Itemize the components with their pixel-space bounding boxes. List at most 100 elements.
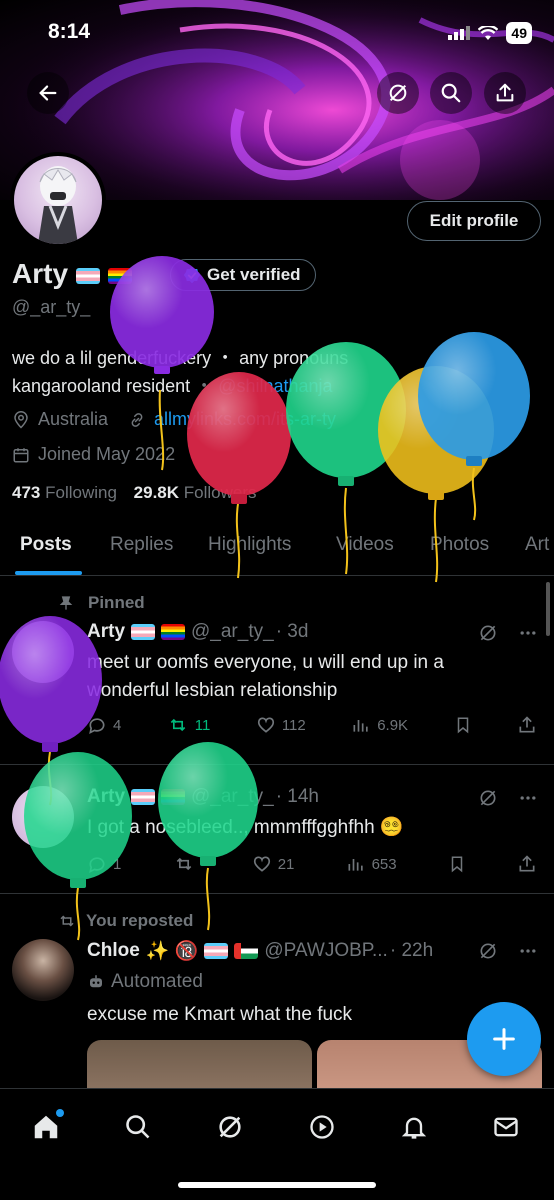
repost-icon xyxy=(170,718,186,732)
nav-grok[interactable] xyxy=(210,1107,250,1147)
repost-count: 11 xyxy=(194,716,211,734)
tab-highlights[interactable]: Highlights xyxy=(208,524,291,576)
grok-icon[interactable] xyxy=(478,623,498,643)
post-avatar[interactable] xyxy=(12,939,74,1001)
compose-post-button[interactable] xyxy=(467,1002,541,1076)
like-button[interactable]: 112 xyxy=(256,715,306,735)
post-header: Arty @_ar_ty_ · 3d xyxy=(87,621,308,643)
post-author-name[interactable]: Arty xyxy=(87,786,125,808)
profile-bio: we do a lil genderfuckery ・ any pronouns… xyxy=(12,344,542,400)
nav-notifications[interactable] xyxy=(394,1107,434,1147)
following-count: 473 xyxy=(12,483,41,502)
post-text: I got a nosebleed.., mmmfffgghfhh 😵‍💫 xyxy=(87,817,404,838)
tab-photos[interactable]: Photos xyxy=(430,524,489,576)
reply-button[interactable]: 1 xyxy=(87,854,121,874)
nav-search[interactable] xyxy=(118,1107,158,1147)
tab-posts[interactable]: Posts xyxy=(20,524,72,576)
post-header-actions xyxy=(478,623,538,643)
post-actions: 4 11 112 6.9K xyxy=(87,715,537,735)
post-avatar[interactable] xyxy=(12,621,74,683)
nav-video[interactable] xyxy=(302,1107,342,1147)
post-author-handle: @PAWJOBP... xyxy=(264,940,388,961)
search-icon xyxy=(126,1115,150,1139)
nav-home[interactable] xyxy=(26,1107,66,1147)
followers-count: 29.8K xyxy=(133,483,180,502)
post-author-handle: @_ar_ty_ xyxy=(191,621,274,642)
followers-link[interactable]: 29.8K Followers xyxy=(134,483,257,502)
get-verified-label: Get verified xyxy=(207,265,301,284)
status-time: 8:14 xyxy=(48,20,91,43)
more-icon[interactable] xyxy=(518,788,538,808)
like-icon xyxy=(253,856,270,872)
post-header-actions xyxy=(478,788,538,808)
tab-videos[interactable]: Videos xyxy=(336,524,394,576)
post-item[interactable]: Pinned Arty @_ar_ty_ · 3d meet ur oomfs … xyxy=(0,577,554,765)
reply-button[interactable]: 4 xyxy=(87,715,121,735)
post-time: · 14h xyxy=(275,786,319,807)
post-author-handle: @_ar_ty_ xyxy=(191,786,274,807)
grok-button[interactable] xyxy=(377,72,419,114)
profile-handle: @_ar_ty_ xyxy=(12,297,91,317)
view-count: 6.9K xyxy=(377,716,409,734)
more-icon[interactable] xyxy=(518,941,538,961)
profile-avatar[interactable] xyxy=(10,152,106,248)
automated-text: Automated xyxy=(111,971,203,992)
reply-icon xyxy=(89,718,105,735)
bookmark-button[interactable] xyxy=(448,854,466,874)
grok-icon xyxy=(389,84,407,102)
trans-flag-icon xyxy=(131,789,156,805)
notifications-icon xyxy=(401,1117,427,1139)
edit-profile-button[interactable]: Edit profile xyxy=(407,201,541,241)
profile-name: Arty xyxy=(12,258,69,289)
post-avatar[interactable] xyxy=(12,786,74,848)
like-button[interactable]: 21 xyxy=(252,854,295,874)
share-button[interactable] xyxy=(517,715,537,735)
pride-flag-icon xyxy=(107,267,132,284)
more-icon[interactable] xyxy=(518,623,538,643)
status-bar: 8:14 49 xyxy=(0,0,554,66)
plus-icon xyxy=(493,1028,515,1050)
battery-indicator: 49 xyxy=(506,22,532,44)
post-item[interactable]: Arty @_ar_ty_ · 14h I got a nosebleed..,… xyxy=(0,766,554,894)
post-author-name[interactable]: Arty xyxy=(87,621,125,643)
pinned-label: Pinned xyxy=(58,593,145,613)
tab-replies[interactable]: Replies xyxy=(110,524,173,576)
pin-icon xyxy=(59,596,73,610)
robot-icon xyxy=(90,975,102,988)
post-actions: 1 21 653 xyxy=(87,854,537,874)
post-text: excuse me Kmart what the fuck xyxy=(87,1004,353,1025)
bio-mention-link[interactable]: @shilnathanja xyxy=(218,376,332,396)
back-button[interactable] xyxy=(27,72,69,114)
bio-separator: ・ xyxy=(195,376,214,396)
profile-joined-row: Joined May 2022 xyxy=(12,444,175,465)
grok-icon[interactable] xyxy=(478,941,498,961)
post-header: Arty @_ar_ty_ · 14h xyxy=(87,786,319,808)
tab-art[interactable]: Art xyxy=(525,524,549,576)
bookmark-button[interactable] xyxy=(454,715,472,735)
post-time: · 3d xyxy=(275,621,309,642)
profile-name-row: Arty xyxy=(12,258,132,290)
profile-link[interactable]: allmylinks.com/its-ar-ty xyxy=(154,409,336,430)
notification-dot xyxy=(56,1109,64,1117)
share-button[interactable] xyxy=(484,72,526,114)
trans-flag-icon xyxy=(204,943,229,959)
post-media-image[interactable] xyxy=(87,1040,312,1088)
share-button[interactable] xyxy=(517,854,537,874)
get-verified-button[interactable]: Get verified xyxy=(170,259,316,291)
bookmark-icon xyxy=(451,856,463,873)
location-icon xyxy=(14,410,28,429)
repost-button[interactable]: 11 xyxy=(167,715,211,735)
views-button[interactable]: 653 xyxy=(346,854,397,874)
share-icon xyxy=(519,855,535,872)
grok-icon[interactable] xyxy=(478,788,498,808)
follow-stats: 473 Following 29.8K Followers xyxy=(12,483,257,503)
following-link[interactable]: 473 Following xyxy=(12,483,117,502)
repost-button[interactable] xyxy=(173,854,201,874)
post-author-name[interactable]: Chloe xyxy=(87,940,140,962)
like-count: 21 xyxy=(277,855,295,873)
search-button[interactable] xyxy=(430,72,472,114)
views-button[interactable]: 6.9K xyxy=(351,715,408,735)
status-icons: 49 xyxy=(448,22,532,44)
nav-messages[interactable] xyxy=(486,1107,526,1147)
back-arrow-icon xyxy=(39,85,57,101)
